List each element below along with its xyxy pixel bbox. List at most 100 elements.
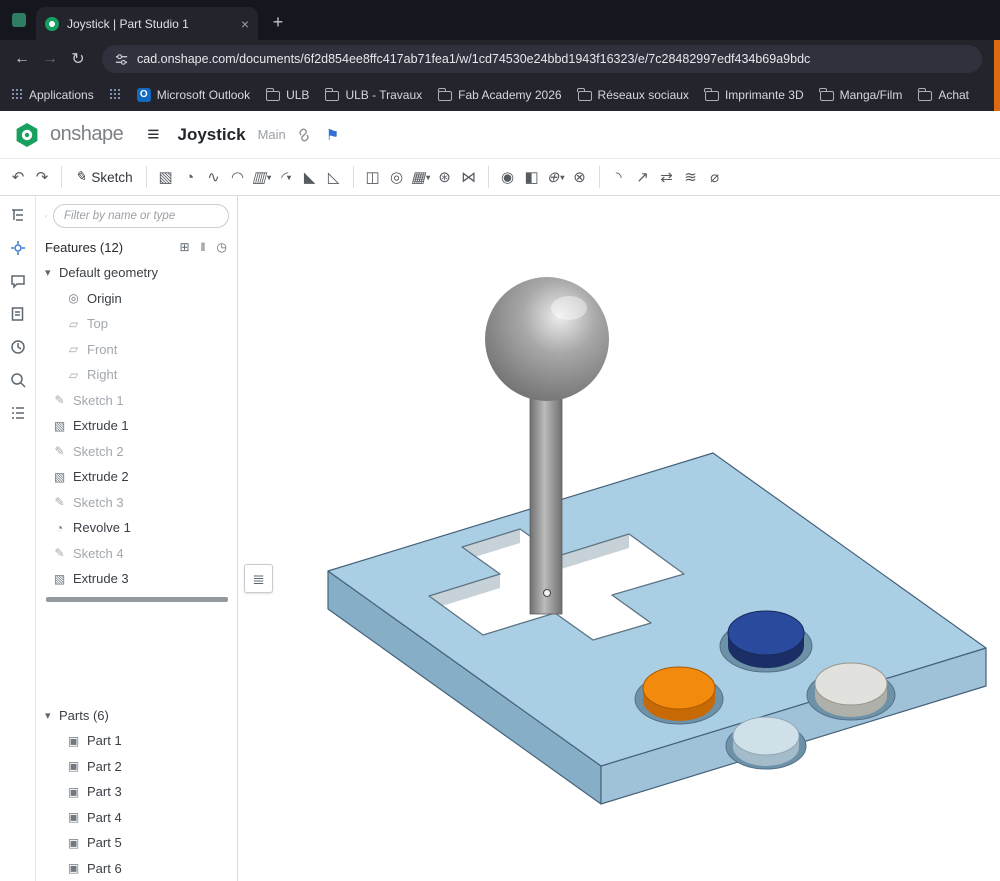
tree-item-part-5[interactable]: ▣ Part 5 (37, 830, 237, 856)
configurations-icon[interactable] (9, 239, 27, 257)
tree-item-sketch-4[interactable]: ✎ Sketch 4 (37, 541, 237, 567)
bookmarks-bar: Applications O Microsoft Outlook ULB ULB… (0, 78, 1000, 111)
document-title[interactable]: Joystick (178, 125, 246, 145)
back-button[interactable]: ← (8, 45, 36, 73)
rollback-bar[interactable] (46, 596, 228, 602)
tab-title: Joystick | Part Studio 1 (67, 16, 189, 31)
sweep-icon[interactable]: ∿ (202, 164, 226, 190)
tree-item-sketch-3[interactable]: ✎ Sketch 3 (37, 490, 237, 516)
workspace-name[interactable]: Main (258, 127, 286, 142)
browser-tab[interactable]: Joystick | Part Studio 1 × (36, 7, 258, 40)
tree-item-top-plane[interactable]: ▱ Top (37, 311, 237, 337)
tree-item-part-1[interactable]: ▣ Part 1 (37, 728, 237, 754)
tree-group-default-geometry[interactable]: ▾ Default geometry (37, 260, 237, 286)
boolean-icon[interactable]: ◉ (496, 164, 520, 190)
tree-item-extrude-3[interactable]: ▧ Extrude 3 (37, 566, 237, 592)
new-tab-button[interactable]: + (264, 8, 292, 36)
tree-group-parts[interactable]: ▾ Parts (6) (37, 703, 237, 729)
shell-icon[interactable]: ◫ (361, 164, 385, 190)
features-flyout-button[interactable]: ≣ (244, 564, 273, 593)
bookmark-folder-ulb-travaux[interactable]: ULB - Travaux (324, 87, 422, 102)
button-top[interactable] (727, 610, 805, 656)
bookmark-folder-ulb[interactable]: ULB (265, 87, 309, 102)
site-settings-icon[interactable] (114, 52, 129, 67)
browser-menu-icon[interactable] (12, 13, 26, 27)
button-top[interactable] (732, 716, 800, 756)
chevron-down-icon[interactable]: ▾ (45, 266, 59, 279)
offset-surface-icon[interactable]: ≋ (679, 164, 703, 190)
delete-part-icon[interactable]: ⊗ (568, 164, 592, 190)
loft-icon[interactable]: ◠ (226, 164, 250, 190)
thicken-icon[interactable]: ▥ ▾ (250, 164, 274, 190)
create-folder-icon[interactable]: ⊞ (179, 240, 189, 254)
3d-viewport[interactable]: ≣ (238, 196, 1000, 881)
bookmark-folder-manga-film[interactable]: Manga/Film (819, 87, 902, 102)
tree-item-front-plane[interactable]: ▱ Front (37, 337, 237, 363)
split-icon[interactable]: ◧ (520, 164, 544, 190)
mirror-icon[interactable]: ⋈ (457, 164, 481, 190)
rollback-stopwatch-icon[interactable]: ◷ (217, 240, 227, 254)
sketch-button[interactable]: ✎ Sketch (69, 169, 139, 185)
tree-item-right-plane[interactable]: ▱ Right (37, 362, 237, 388)
education-flag-icon[interactable]: ⚑ (326, 126, 339, 144)
hole-icon[interactable]: ◎ (385, 164, 409, 190)
bookmark-folder-imprimante-3d[interactable]: Imprimante 3D (704, 87, 804, 102)
tree-item-sketch-2[interactable]: ✎ Sketch 2 (37, 439, 237, 465)
button-top[interactable] (814, 662, 888, 706)
forward-button[interactable]: → (36, 45, 64, 73)
tree-item-origin[interactable]: ◎ Origin (37, 286, 237, 312)
joystick-base-plate[interactable] (327, 452, 987, 805)
main-menu-icon[interactable]: ≡ (147, 123, 159, 147)
bookmark-applications[interactable]: Applications (12, 88, 94, 102)
tree-item-sketch-1[interactable]: ✎ Sketch 1 (37, 388, 237, 414)
bookmark-folder-achat[interactable]: Achat (917, 87, 969, 102)
fillet-icon[interactable]: ◜ ▾ (274, 164, 298, 190)
filter-funnel-icon[interactable] (45, 209, 47, 224)
comments-icon[interactable] (9, 272, 27, 290)
tree-item-revolve-1[interactable]: ◔ Revolve 1 (37, 515, 237, 541)
revolve-icon[interactable]: ◔ (178, 164, 202, 190)
bookmark-apps-shortcut[interactable] (109, 89, 121, 100)
notes-icon[interactable] (9, 305, 27, 323)
linear-pattern-icon[interactable]: ▦ ▾ (409, 164, 433, 190)
tab-close-icon[interactable]: × (241, 16, 249, 32)
tree-item-extrude-2[interactable]: ▧ Extrude 2 (37, 464, 237, 490)
url-bar[interactable]: cad.onshape.com/documents/6f2d854ee8ffc4… (102, 45, 982, 73)
feature-list-icon[interactable] (9, 206, 27, 224)
circular-pattern-icon[interactable]: ⊛ (433, 164, 457, 190)
extrude-icon[interactable]: ▧ (154, 164, 178, 190)
tree-item-part-2[interactable]: ▣ Part 2 (37, 754, 237, 780)
tree-item-part-4[interactable]: ▣ Part 4 (37, 805, 237, 831)
reload-button[interactable]: ↻ (64, 45, 92, 73)
chevron-down-icon[interactable]: ▾ (426, 173, 430, 182)
undo-button[interactable]: ↶ (6, 164, 30, 190)
share-link-icon[interactable] (296, 127, 312, 143)
tree-item-part-6[interactable]: ▣ Part 6 (37, 856, 237, 881)
tree-item-part-3[interactable]: ▣ Part 3 (37, 779, 237, 805)
chamfer-icon[interactable]: ◣ (298, 164, 322, 190)
move-face-icon[interactable]: ↗ (631, 164, 655, 190)
modify-fillet-icon[interactable]: ◝ (607, 164, 631, 190)
chevron-down-icon[interactable]: ▾ (287, 173, 291, 182)
onshape-logo-icon[interactable] (14, 122, 40, 148)
measure-icon[interactable]: ⌀ (703, 164, 727, 190)
tree-item-extrude-1[interactable]: ▧ Extrude 1 (37, 413, 237, 439)
suppress-icon[interactable]: ‖ (201, 240, 206, 254)
bookmark-folder-reseaux-sociaux[interactable]: Réseaux sociaux (577, 87, 689, 102)
bookmark-outlook[interactable]: O Microsoft Outlook (136, 87, 250, 102)
transform-icon[interactable]: ⊕ ▾ (544, 164, 568, 190)
bookmark-folder-fab-academy[interactable]: Fab Academy 2026 (437, 87, 562, 102)
search-icon[interactable] (9, 371, 27, 389)
joystick-shaft[interactable] (529, 363, 563, 615)
joystick-ball[interactable] (485, 277, 609, 401)
chevron-down-icon[interactable]: ▾ (560, 173, 564, 182)
draft-icon[interactable]: ◺ (322, 164, 346, 190)
bom-icon[interactable] (9, 404, 27, 422)
replace-face-icon[interactable]: ⇄ (655, 164, 679, 190)
redo-button[interactable]: ↷ (30, 164, 54, 190)
chevron-down-icon[interactable]: ▾ (267, 173, 271, 182)
chevron-down-icon[interactable]: ▾ (45, 709, 59, 722)
filter-input[interactable] (53, 204, 229, 228)
history-icon[interactable] (9, 338, 27, 356)
button-top[interactable] (642, 666, 716, 710)
